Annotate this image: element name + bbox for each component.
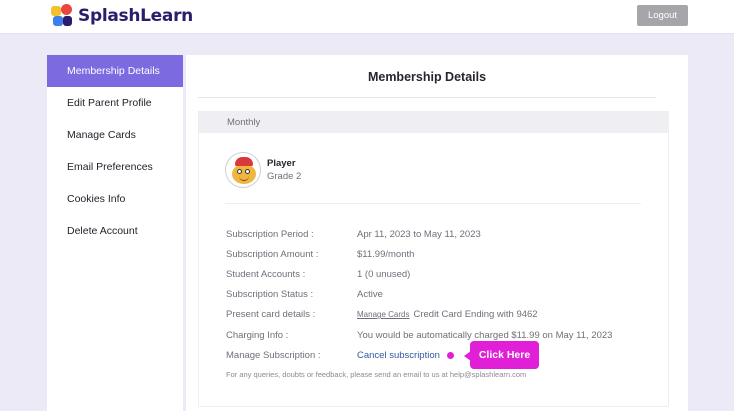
sidebar-item-delete-account[interactable]: Delete Account bbox=[47, 215, 183, 247]
subscription-status-value: Active bbox=[357, 289, 383, 300]
top-bar: SplashLearn Logout bbox=[0, 0, 734, 34]
membership-panel: Membership Details Monthly Player Grade … bbox=[186, 55, 688, 411]
manage-subscription-label: Manage Subscription : bbox=[226, 350, 321, 361]
player-name: Player bbox=[267, 158, 296, 169]
child-avatar-icon bbox=[225, 152, 261, 188]
splashlearn-logo-icon bbox=[50, 4, 74, 28]
subscription-amount-row: Subscription Amount : $11.99/month bbox=[226, 249, 414, 260]
card-details-value: Credit Card Ending with 9462 bbox=[413, 309, 538, 320]
page-title: Membership Details bbox=[367, 70, 487, 84]
manage-cards-link[interactable]: Manage Cards bbox=[357, 310, 409, 319]
account-sidebar: Membership Details Edit Parent Profile M… bbox=[47, 55, 183, 411]
subscription-period-label: Subscription Period : bbox=[226, 229, 314, 240]
logout-button[interactable]: Logout bbox=[637, 5, 688, 26]
subscription-period-value: Apr 11, 2023 to May 11, 2023 bbox=[357, 229, 481, 240]
pointer-dot-icon bbox=[446, 352, 454, 359]
charging-info-value: You would be automatically charged $11.9… bbox=[357, 330, 613, 341]
player-grade: Grade 2 bbox=[267, 171, 302, 182]
sidebar-item-cookies-info[interactable]: Cookies Info bbox=[47, 183, 183, 215]
brand-name: SplashLearn bbox=[78, 6, 193, 26]
sidebar-item-manage-cards[interactable]: Manage Cards bbox=[47, 119, 183, 151]
support-footnote: For any queries, doubts or feedback, ple… bbox=[226, 370, 527, 379]
sidebar-item-membership-details[interactable]: Membership Details bbox=[47, 55, 183, 87]
charging-info-row: Charging Info : You would be automatical… bbox=[226, 330, 612, 341]
subscription-card: Monthly Player Grade 2 Subscription Peri… bbox=[198, 111, 669, 407]
student-accounts-value: 1 (0 unused) bbox=[357, 269, 411, 280]
subscription-amount-label: Subscription Amount : bbox=[226, 249, 319, 260]
subscription-amount-value: $11.99/month bbox=[357, 249, 415, 260]
manage-subscription-row: Manage Subscription : Cancel subscriptio… bbox=[226, 350, 454, 361]
click-here-callout: Click Here bbox=[470, 341, 539, 369]
divider bbox=[198, 97, 656, 98]
sidebar-item-email-preferences[interactable]: Email Preferences bbox=[47, 151, 183, 183]
subscription-period-row: Subscription Period : Apr 11, 2023 to Ma… bbox=[226, 229, 481, 240]
card-details-row: Present card details : Manage Cards Credi… bbox=[226, 309, 538, 320]
plan-header: Monthly bbox=[199, 112, 668, 133]
divider bbox=[225, 203, 641, 204]
charging-info-label: Charging Info : bbox=[226, 330, 289, 341]
student-accounts-label: Student Accounts : bbox=[226, 269, 306, 280]
player-info: Player Grade 2 bbox=[225, 152, 301, 188]
subscription-status-label: Subscription Status : bbox=[226, 289, 314, 300]
splashlearn-logo[interactable]: SplashLearn bbox=[50, 2, 193, 30]
card-details-label: Present card details : bbox=[226, 309, 316, 320]
sidebar-item-edit-parent-profile[interactable]: Edit Parent Profile bbox=[47, 87, 183, 119]
cancel-subscription-link[interactable]: Cancel subscription bbox=[357, 350, 440, 361]
subscription-status-row: Subscription Status : Active bbox=[226, 289, 383, 300]
student-accounts-row: Student Accounts : 1 (0 unused) bbox=[226, 269, 410, 280]
